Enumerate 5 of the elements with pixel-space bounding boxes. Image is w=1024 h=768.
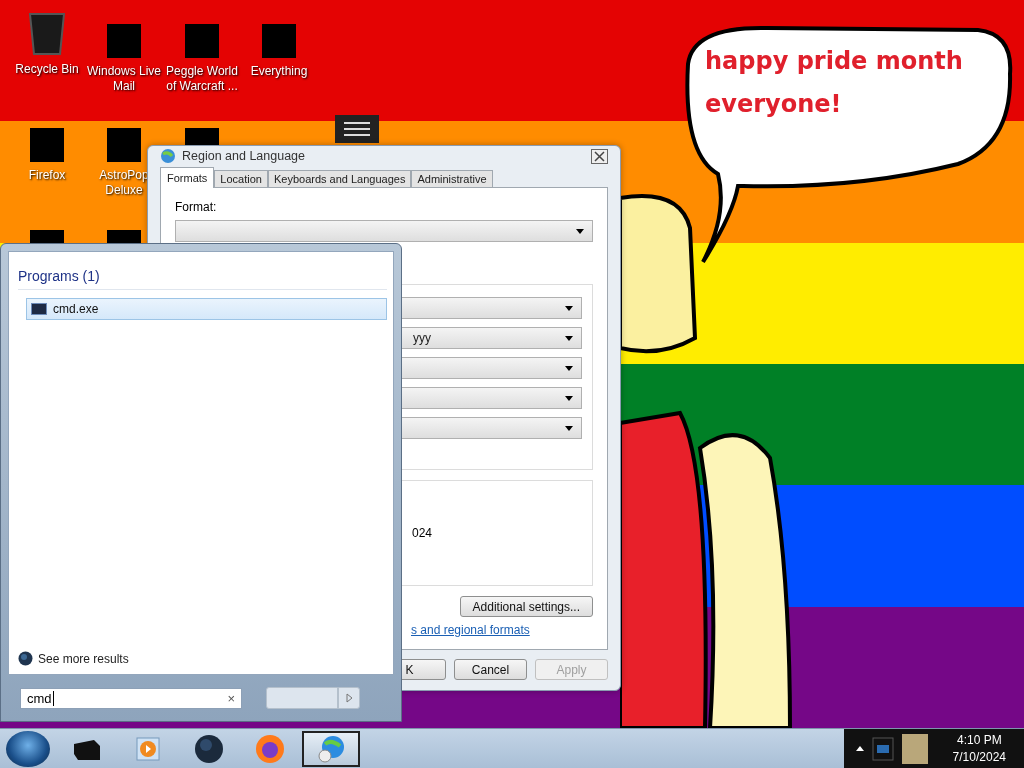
format-label: Format: [175,200,218,214]
window-title: Region and Language [182,149,306,163]
example-text: 024 [412,526,433,540]
speech-bubble-text: happy pride month everyone! [705,46,964,120]
results-header: Programs (1) [18,268,387,290]
